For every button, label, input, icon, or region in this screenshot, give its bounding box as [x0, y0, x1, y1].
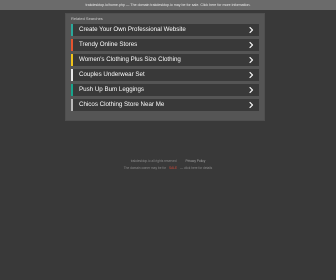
sale-prefix-text: The domain owner may be for: [123, 166, 167, 170]
chevron-right-icon: [249, 56, 254, 64]
chevron-right-icon: [249, 101, 254, 109]
related-link-label: Couples Underwear Set: [79, 71, 145, 78]
domain-notice-text[interactable]: trakdesktop.io/home.php — The domain tra…: [86, 3, 251, 7]
related-link-item[interactable]: Couples Underwear Set: [71, 69, 259, 81]
domain-notice-bar[interactable]: trakdesktop.io/home.php — The domain tra…: [0, 0, 336, 10]
chevron-right-icon: [249, 41, 254, 49]
panel-title: Related Searches: [71, 16, 103, 21]
related-link-label: Women's Clothing Plus Size Clothing: [79, 56, 181, 63]
related-link-item[interactable]: Chicos Clothing Store Near Me: [71, 99, 259, 111]
footer-row: trakdesktop.io all rights reserved Priva…: [0, 159, 336, 163]
related-link-item[interactable]: Create Your Own Professional Website: [71, 24, 259, 36]
chevron-right-icon: [249, 86, 254, 94]
related-link-item[interactable]: Push Up Bum Leggings: [71, 84, 259, 96]
footer-sale-row: The domain owner may be for SALE — click…: [0, 166, 336, 170]
copyright-text: trakdesktop.io all rights reserved: [130, 159, 177, 163]
sale-highlight-link[interactable]: SALE: [169, 166, 177, 170]
chevron-right-icon: [249, 71, 254, 79]
privacy-policy-link[interactable]: Privacy Policy: [185, 159, 205, 163]
sale-suffix-text: — click here for details: [180, 166, 213, 170]
related-searches-panel: Related Searches Create Your Own Profess…: [65, 13, 265, 121]
related-link-item[interactable]: Women's Clothing Plus Size Clothing: [71, 54, 259, 66]
related-link-label: Chicos Clothing Store Near Me: [79, 101, 165, 108]
related-link-label: Trendy Online Stores: [79, 41, 138, 48]
related-link-item[interactable]: Trendy Online Stores: [71, 39, 259, 51]
related-link-label: Create Your Own Professional Website: [79, 26, 186, 33]
related-link-label: Push Up Bum Leggings: [79, 86, 145, 93]
chevron-right-icon: [249, 26, 254, 34]
related-links-list: Create Your Own Professional Website Tren…: [71, 24, 259, 114]
